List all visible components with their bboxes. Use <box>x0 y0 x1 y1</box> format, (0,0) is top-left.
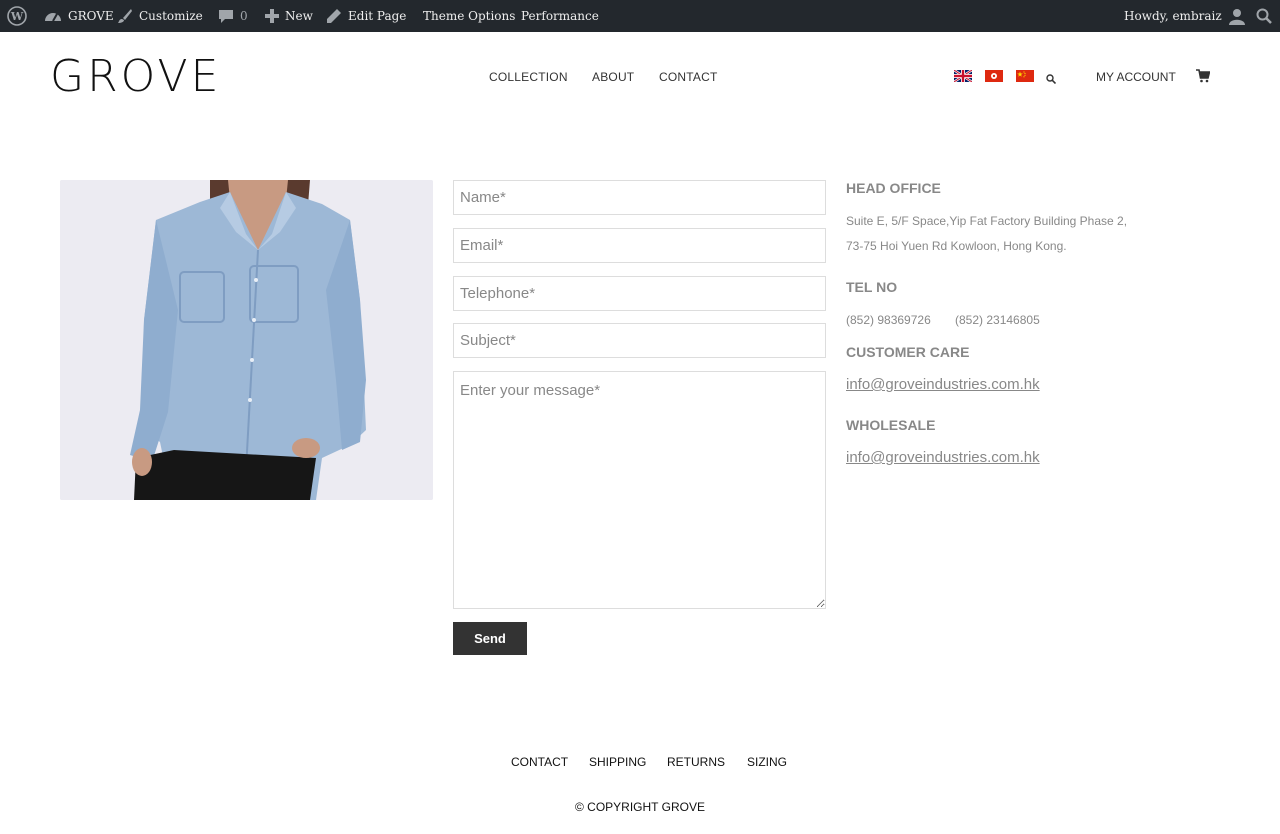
site-name-label: GROVE <box>68 9 114 23</box>
pencil-icon <box>326 8 342 24</box>
tel-title: TEL NO <box>846 279 898 295</box>
address-line-1: Suite E, 5/F Space,Yip Fat Factory Build… <box>846 214 1128 228</box>
cart-icon[interactable] <box>1196 69 1211 88</box>
footer-link-shipping[interactable]: SHIPPING <box>589 755 646 769</box>
footer-link-returns[interactable]: RETURNS <box>667 755 725 769</box>
customize-link[interactable]: Customize <box>117 0 203 32</box>
edit-page-link[interactable]: Edit Page <box>326 0 406 32</box>
hk-flag-icon[interactable] <box>985 69 1003 82</box>
wordpress-logo-icon: W <box>7 6 27 26</box>
email-input[interactable] <box>453 228 826 263</box>
telephone-input[interactable] <box>453 276 826 311</box>
admin-bar: W GROVE Customize 0 New Edit Page Theme … <box>0 0 1280 32</box>
comments-link[interactable]: 0 <box>218 0 248 32</box>
brush-icon <box>117 8 133 24</box>
my-account-menu[interactable]: Howdy, embraiz <box>1124 0 1246 32</box>
copyright-text: © COPYRIGHT GROVE <box>575 800 705 814</box>
message-textarea[interactable] <box>453 371 826 609</box>
footer-link-sizing[interactable]: SIZING <box>747 755 787 769</box>
svg-text:W: W <box>10 10 24 23</box>
wp-logo-button[interactable]: W <box>7 0 27 32</box>
new-label: New <box>285 9 313 23</box>
customize-label: Customize <box>139 9 203 23</box>
send-button[interactable]: Send <box>453 622 527 655</box>
theme-options-link[interactable]: Theme Options <box>423 0 515 32</box>
nav-item-contact[interactable]: CONTACT <box>659 70 718 84</box>
tel-number-1: (852) 98369726 <box>846 313 931 327</box>
customer-care-email-link[interactable]: info@groveindustries.com.hk <box>846 376 1040 393</box>
customer-care-title: CUSTOMER CARE <box>846 344 970 360</box>
search-icon <box>1256 8 1272 24</box>
comment-bubble-icon <box>218 8 234 24</box>
footer-link-contact[interactable]: CONTACT <box>511 755 568 769</box>
nav-item-about[interactable]: ABOUT <box>592 70 634 84</box>
address-line-2: 73-75 Hoi Yuen Rd Kowloon, Hong Kong. <box>846 239 1067 253</box>
howdy-label: Howdy, embraiz <box>1124 9 1222 23</box>
nav-item-collection[interactable]: COLLECTION <box>489 70 568 84</box>
edit-page-label: Edit Page <box>348 9 407 23</box>
site-search-icon[interactable] <box>1046 71 1057 89</box>
performance-link[interactable]: Performance <box>521 0 599 32</box>
model-denim-shirt-image <box>60 180 433 500</box>
my-account-link[interactable]: MY ACCOUNT <box>1096 70 1176 84</box>
cn-flag-icon[interactable] <box>1016 69 1034 82</box>
site-logo[interactable]: GROVE <box>50 55 221 99</box>
subject-input[interactable] <box>453 323 826 358</box>
name-input[interactable] <box>453 180 826 215</box>
tel-number-2: (852) 23146805 <box>955 313 1040 327</box>
comments-count: 0 <box>240 9 248 23</box>
wholesale-title: WHOLESALE <box>846 417 936 433</box>
plus-icon <box>265 9 279 23</box>
dashboard-gauge-icon <box>44 8 62 24</box>
new-content-link[interactable]: New <box>265 0 313 32</box>
user-avatar-icon <box>1228 7 1246 25</box>
head-office-title: HEAD OFFICE <box>846 180 941 196</box>
performance-label: Performance <box>521 9 599 23</box>
wholesale-email-link[interactable]: info@groveindustries.com.hk <box>846 449 1040 466</box>
uk-flag-icon[interactable] <box>953 69 973 83</box>
theme-options-label: Theme Options <box>423 9 516 23</box>
admin-search-button[interactable] <box>1256 0 1272 32</box>
site-name-link[interactable]: GROVE <box>44 0 114 32</box>
